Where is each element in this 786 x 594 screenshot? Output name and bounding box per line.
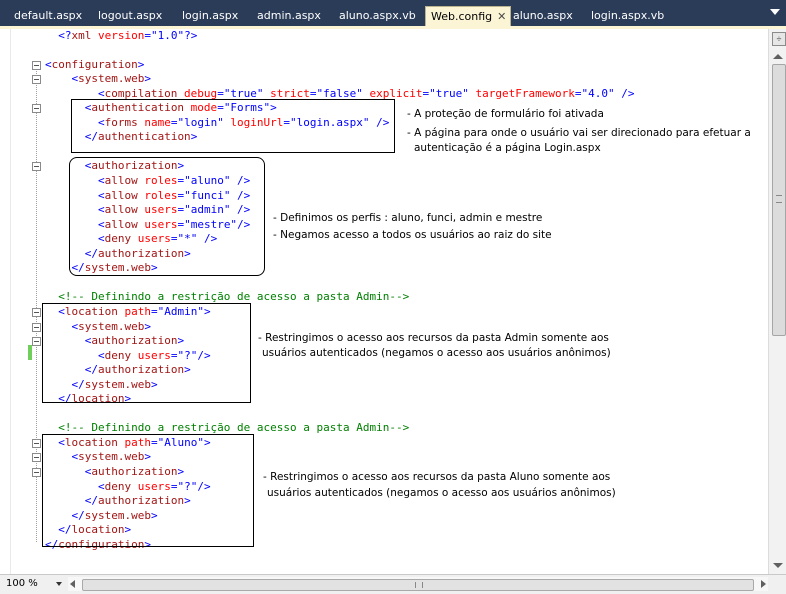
zoom-select[interactable]: 100 % xyxy=(6,577,64,591)
close-icon[interactable]: ✕ xyxy=(497,7,506,27)
tab-web-config-label: Web.config xyxy=(431,10,493,23)
collapse-toggle-icon[interactable] xyxy=(32,60,41,70)
code-token: configuration xyxy=(51,57,138,71)
horizontal-scroll-thumb[interactable] xyxy=(82,579,754,591)
code-line[interactable] xyxy=(0,43,760,58)
code-token: > xyxy=(137,57,145,71)
note-admin-2: usuários autenticados (negamos o acesso … xyxy=(262,347,611,359)
code-token: "false" xyxy=(316,86,363,100)
annotation-box-location-admin xyxy=(42,303,251,403)
code-token: "true" xyxy=(429,86,469,100)
tab-login-aspx-vb[interactable]: login.aspx.vb xyxy=(585,8,670,24)
code-token: "4.0" xyxy=(581,86,615,100)
chevron-down-icon[interactable] xyxy=(770,9,780,15)
code-line[interactable] xyxy=(0,407,760,422)
collapse-toggle-icon[interactable] xyxy=(32,453,41,463)
editor-status-bar: 100 % xyxy=(0,574,786,594)
tab-admin-aspx[interactable]: admin.aspx xyxy=(251,8,327,24)
collapse-toggle-icon[interactable] xyxy=(32,322,41,332)
zoom-value: 100 % xyxy=(6,578,38,589)
code-token: <!-- Definindo a restrição de acesso a p… xyxy=(58,290,410,304)
code-token: explicit xyxy=(362,86,423,100)
tab-default-aspx[interactable]: default.aspx xyxy=(8,8,88,24)
code-token: debug xyxy=(177,86,218,100)
chevron-down-icon xyxy=(56,582,62,586)
tab-aluno-aspx-vb[interactable]: aluno.aspx.vb xyxy=(333,8,422,24)
tab-logout-aspx[interactable]: logout.aspx xyxy=(92,8,168,24)
code-token: targetFramework xyxy=(468,86,575,100)
code-token: strict xyxy=(263,86,310,100)
collapse-toggle-icon[interactable] xyxy=(32,337,41,347)
note-login-page-2: autenticação é a página Login.aspx xyxy=(414,142,601,154)
collapse-toggle-icon[interactable] xyxy=(32,104,41,114)
annotation-box-authorization xyxy=(69,157,265,276)
collapse-toggle-icon[interactable] xyxy=(32,162,41,172)
horizontal-scrollbar[interactable] xyxy=(68,577,768,591)
code-token: "true" xyxy=(223,86,264,100)
scroll-down-icon[interactable] xyxy=(773,563,783,568)
grip-icon xyxy=(415,582,423,588)
code-text: <system.web> xyxy=(71,72,150,87)
collapse-toggle-icon[interactable] xyxy=(32,75,41,85)
code-token: compilation xyxy=(104,86,178,100)
code-line[interactable]: <system.web> xyxy=(0,72,760,87)
collapse-toggle-icon[interactable] xyxy=(32,468,41,477)
scroll-up-icon[interactable] xyxy=(773,54,783,59)
code-text: <?xml version="1.0"?> xyxy=(58,29,197,44)
code-token: /> xyxy=(614,86,635,100)
scroll-left-icon[interactable] xyxy=(70,580,75,588)
note-deny-root: - Negamos acesso a todos os usuários ao … xyxy=(273,229,552,241)
tab-web-config[interactable]: Web.config ✕ xyxy=(425,6,512,27)
vertical-scroll-thumb[interactable] xyxy=(772,64,786,336)
grip-icon xyxy=(776,195,782,203)
scroll-right-icon[interactable] xyxy=(761,580,766,588)
tab-aluno-aspx[interactable]: aluno.aspx xyxy=(507,8,579,24)
code-line[interactable] xyxy=(0,276,760,291)
code-token: version xyxy=(91,28,145,42)
collapse-toggle-icon[interactable] xyxy=(32,438,41,448)
note-forms-enabled: - A proteção de formulário foi ativada xyxy=(407,108,604,120)
code-token: "1.0" xyxy=(150,28,185,42)
vertical-scrollbar[interactable]: ÷ xyxy=(768,29,786,574)
code-token: system.web xyxy=(78,72,145,86)
code-line[interactable]: <?xml version="1.0"?> xyxy=(0,29,760,44)
annotation-box-authentication xyxy=(71,99,395,153)
code-text: <configuration> xyxy=(45,58,144,73)
note-profiles: - Definimos os perfis : aluno, funci, ad… xyxy=(273,212,543,224)
code-token: = xyxy=(217,86,224,100)
annotation-box-location-aluno xyxy=(42,434,254,547)
collapse-toggle-icon[interactable] xyxy=(32,307,41,317)
code-token: xml xyxy=(71,28,92,42)
code-token: ?> xyxy=(184,28,198,42)
code-token: > xyxy=(144,72,151,86)
note-login-page-1: - A página para onde o usuário vai ser d… xyxy=(407,127,751,139)
split-handle-icon[interactable]: ÷ xyxy=(772,32,786,46)
note-aluno-2: usuários autenticados (negamos o acesso … xyxy=(267,487,616,499)
tab-login-aspx[interactable]: login.aspx xyxy=(176,8,244,24)
code-token: <!-- Definindo a restrição de acesso a p… xyxy=(58,421,410,435)
code-token: = xyxy=(309,86,317,100)
note-admin-1: - Restringimos o acesso aos recursos da … xyxy=(258,332,609,344)
code-token: = xyxy=(144,28,151,42)
code-token: <? xyxy=(58,28,72,42)
code-token: < xyxy=(97,86,105,100)
code-line[interactable]: <configuration> xyxy=(0,58,760,73)
code-token: < xyxy=(45,57,52,71)
note-aluno-1: - Restringimos o acesso aos recursos da … xyxy=(263,471,611,483)
document-tab-bar: default.aspx logout.aspx login.aspx admi… xyxy=(0,0,786,27)
